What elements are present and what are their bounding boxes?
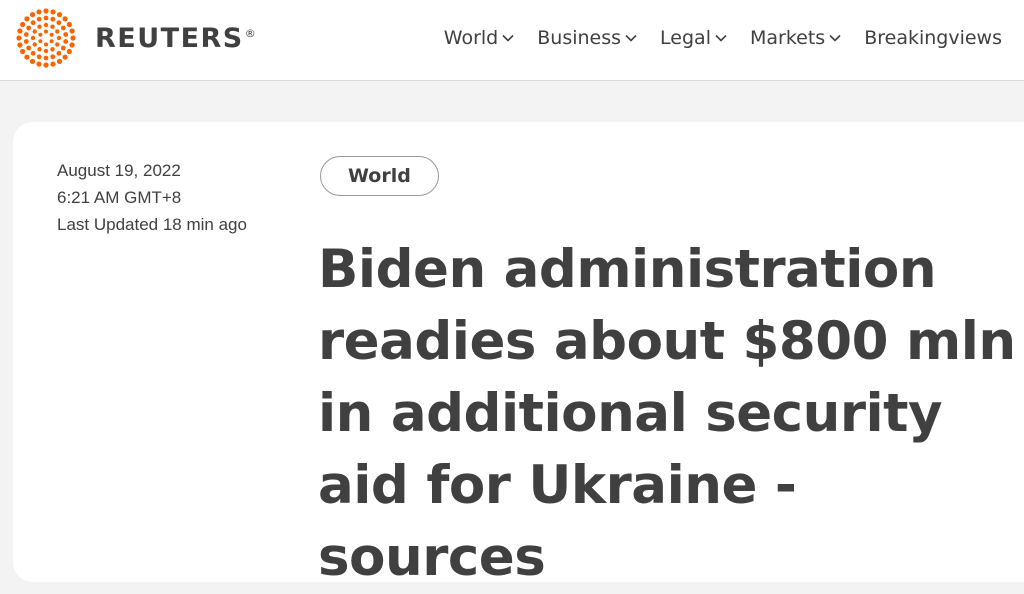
logo-dot	[17, 28, 23, 34]
logo-dot	[66, 48, 72, 55]
logo-dot	[50, 47, 55, 52]
section-tag-world[interactable]: World	[320, 156, 439, 196]
logo-dot	[29, 58, 36, 64]
logo-dot	[60, 25, 66, 31]
reuters-logo-link[interactable]: REUTERS®	[13, 8, 257, 68]
logo-dot	[63, 32, 69, 37]
main-nav: World Business Legal Markets Breakingvie…	[444, 0, 1002, 76]
logo-dot	[63, 39, 69, 44]
logo-dot	[37, 24, 42, 29]
logo-dot	[62, 54, 68, 60]
logo-dot	[24, 16, 30, 22]
logo-dot	[44, 29, 48, 34]
logo-dot	[26, 45, 32, 51]
logo-dot	[49, 32, 54, 37]
logo-dot	[43, 48, 49, 54]
logo-dot	[56, 58, 63, 64]
article-card: August 19, 2022 6:21 AM GMT+8 Last Updat…	[13, 122, 1024, 588]
logo-dot	[26, 25, 32, 31]
logo-dot	[50, 9, 56, 15]
logo-dot	[55, 29, 60, 34]
logo-dot	[30, 20, 36, 26]
article-headline: Biden administration readies about $800 …	[318, 239, 1016, 588]
nav-item-label: Legal	[660, 27, 711, 49]
nav-item-legal[interactable]: Legal	[660, 27, 727, 49]
reuters-logo-icon	[16, 8, 76, 68]
chevron-down-icon	[625, 34, 637, 42]
logo-dot	[50, 61, 56, 67]
last-updated: Last Updated 18 min ago	[57, 215, 247, 234]
site-header: REUTERS® World Business Legal Markets Br…	[0, 0, 1024, 81]
logo-dot	[36, 54, 42, 60]
logo-dot	[43, 8, 49, 14]
logo-dot	[55, 42, 60, 47]
logo-dot	[56, 12, 63, 18]
logo-dot	[36, 16, 42, 22]
nav-item-label: World	[443, 27, 499, 49]
logo-wordmark: REUTERS®	[95, 22, 258, 54]
logo-dot	[16, 35, 22, 41]
logo-dot	[37, 47, 42, 52]
chevron-down-icon	[829, 34, 841, 42]
logo-dot	[32, 29, 37, 34]
article-meta: August 19, 2022 6:21 AM GMT+8 Last Updat…	[57, 157, 247, 238]
logo-dot	[56, 35, 62, 41]
nav-item-label: Breakingviews	[864, 27, 1002, 49]
logo-dot	[23, 39, 29, 44]
registered-mark: ®	[244, 26, 258, 40]
logo-dot	[36, 9, 42, 15]
logo-dot	[66, 21, 72, 28]
nav-item-label: Business	[537, 27, 622, 49]
logo-dot	[70, 35, 76, 41]
logo-dot	[50, 16, 56, 22]
logo-dot	[56, 50, 62, 56]
publish-time: 6:21 AM GMT+8	[57, 188, 182, 207]
nav-item-business[interactable]: Business	[537, 27, 637, 49]
logo-dot	[32, 42, 37, 47]
logo-dot	[20, 48, 26, 55]
nav-item-markets[interactable]: Markets	[750, 27, 841, 49]
logo-dot	[44, 42, 48, 47]
nav-item-world[interactable]: World	[444, 27, 514, 49]
chevron-down-icon	[502, 34, 514, 42]
nav-item-label: Markets	[749, 27, 826, 49]
logo-dot	[60, 45, 66, 51]
logo-dot	[36, 61, 42, 67]
publish-date: August 19, 2022	[57, 161, 181, 180]
logo-dot	[24, 54, 30, 60]
logo-dot	[43, 15, 49, 21]
nav-item-breakingviews[interactable]: Breakingviews	[864, 27, 1002, 49]
logo-dot	[38, 39, 43, 44]
logo-dot	[17, 42, 23, 48]
logo-dot	[29, 12, 36, 18]
logo-dot	[50, 54, 56, 60]
chevron-down-icon	[715, 34, 727, 42]
logo-dot	[38, 32, 43, 37]
logo-dot	[49, 39, 54, 44]
logo-dot	[43, 55, 49, 61]
logo-dot	[43, 22, 49, 28]
logo-dot	[69, 28, 75, 34]
logo-dot	[43, 62, 49, 68]
logo-dot	[62, 16, 68, 22]
logo-dot	[23, 32, 29, 37]
logo-dot	[30, 50, 36, 56]
logo-dot	[30, 35, 36, 41]
logo-dot	[69, 42, 75, 48]
logo-dot	[50, 24, 55, 29]
logo-dot	[56, 20, 62, 26]
logo-dot	[20, 21, 26, 28]
